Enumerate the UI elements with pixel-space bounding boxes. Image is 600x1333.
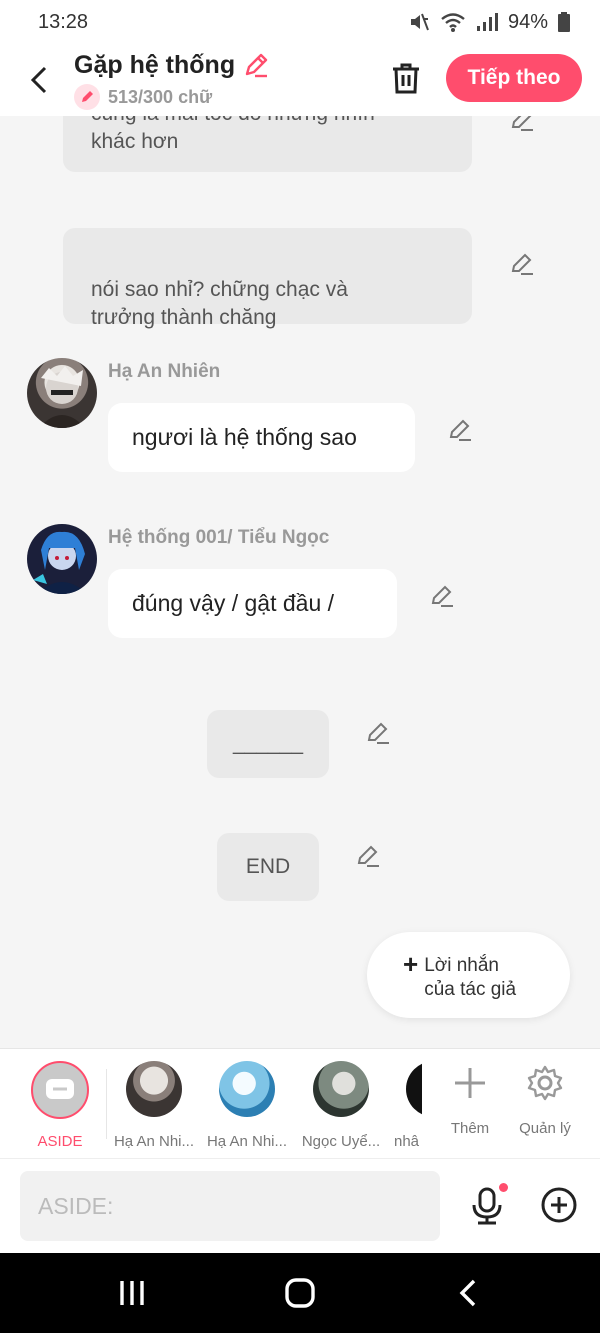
edit-title-icon[interactable] [241,50,271,80]
aside-bubble[interactable]: END [217,833,319,901]
word-count-icon [74,84,100,110]
delete-button[interactable] [388,58,424,98]
character-name: Hạ An Nhi... [113,1133,195,1150]
attach-button[interactable] [540,1186,578,1224]
avatar [313,1061,369,1117]
character-item[interactable]: nhâ [388,1061,422,1150]
back-nav-button[interactable] [448,1275,488,1311]
character-name: nhâ [394,1133,420,1150]
message-bubble[interactable]: nói sao nhỉ? chững chạc và trưởng thành … [63,228,472,329]
plus-icon: + [403,949,419,979]
message-text-partial: cũng là mái tóc đó nhưng nhìn [91,116,444,128]
author-note-button[interactable]: + Lời nhắn của tác giả [367,932,570,1018]
character-name: Hạ An Nhi... [206,1133,288,1150]
plus-icon [455,1068,485,1098]
back-button[interactable] [22,60,54,100]
edit-message-button[interactable] [354,842,382,870]
manage-button[interactable]: Quản lý [498,1061,592,1137]
character-name: Ngọc Uyể... [301,1133,381,1150]
message-text: nói sao nhỉ? chững chạc và trưởng thành … [91,278,348,329]
pencil-icon [367,722,389,744]
next-button[interactable]: Tiếp theo [446,54,582,102]
system-nav-bar [0,1253,600,1333]
manage-label: Quản lý [519,1120,571,1137]
pencil-icon [511,253,533,275]
avatar [126,1061,182,1117]
message-text: ______ [232,732,304,755]
avatar [219,1061,275,1117]
message-text: END [245,855,291,878]
gear-icon [527,1065,563,1101]
message-text: đúng vậy / gật đầu / [132,590,335,616]
status-bar: 13:28 94% [0,0,600,44]
edit-message-button[interactable] [364,719,392,747]
character-item[interactable]: Ngọc Uyể... [294,1061,388,1150]
message-bubble[interactable]: ngươi là hệ thống sao [108,403,415,472]
chat-bubble-icon [46,1079,74,1099]
recent-apps-icon [120,1281,144,1305]
pencil-icon [431,585,453,607]
edit-message-button[interactable] [446,416,474,444]
chat-area[interactable]: cũng là mái tóc đó nhưng nhìn khác hơn n… [0,116,600,1048]
message-bubble[interactable]: cũng là mái tóc đó nhưng nhìn khác hơn [63,116,472,172]
edit-message-button[interactable] [508,250,536,278]
status-time: 13:28 [38,10,89,33]
back-icon [459,1279,476,1307]
message-text: ngươi là hệ thống sao [132,424,357,450]
input-bar: ASIDE: [0,1158,600,1253]
pencil-icon [511,116,533,131]
sender-name: Hạ An Nhiên [108,361,221,382]
home-icon [285,1278,315,1308]
battery-percent: 94% [507,10,548,33]
character-name: ASIDE [37,1133,83,1150]
trash-icon [393,63,419,94]
battery-icon [558,12,570,32]
wifi-icon [441,13,465,32]
voice-button[interactable] [470,1183,508,1227]
avatar[interactable] [27,524,97,594]
pencil-icon [357,845,379,867]
avatar[interactable] [27,358,97,428]
author-note-label: Lời nhắn của tác giả [424,955,517,1000]
page-title: Gặp hệ thống [74,50,236,79]
pencil-icon [449,419,471,441]
message-text: khác hơn [91,130,179,153]
aside-avatar [31,1061,89,1119]
edit-message-button[interactable] [508,116,536,134]
character-item[interactable]: Hạ An Nhi... [107,1061,201,1150]
home-button[interactable] [280,1275,320,1311]
sender-name: Hệ thống 001/ Tiểu Ngọc [108,527,330,548]
plus-circle-icon [541,1187,577,1223]
chevron-left-icon [30,66,47,94]
edit-message-button[interactable] [428,582,456,610]
aside-bubble[interactable]: ______ [207,710,329,778]
top-bar: Gặp hệ thống 513/300 chữ Tiếp theo [0,44,600,116]
mute-icon [410,13,429,31]
signal-icon [476,13,498,31]
message-bubble[interactable]: đúng vậy / gật đầu / [108,569,397,638]
character-bar: ASIDE Hạ An Nhi... Hạ An Nhi... Ngọc Uyể… [0,1048,600,1158]
notification-dot [499,1183,508,1192]
character-aside[interactable]: ASIDE [13,1061,107,1150]
title-block: Gặp hệ thống 513/300 chữ [74,50,271,110]
status-icons: 94% [408,11,570,34]
recent-apps-button[interactable] [112,1275,152,1311]
avatar [406,1061,422,1117]
character-item[interactable]: Hạ An Nhi... [200,1061,294,1150]
message-input[interactable]: ASIDE: [20,1171,440,1241]
word-count: 513/300 chữ [108,86,213,107]
